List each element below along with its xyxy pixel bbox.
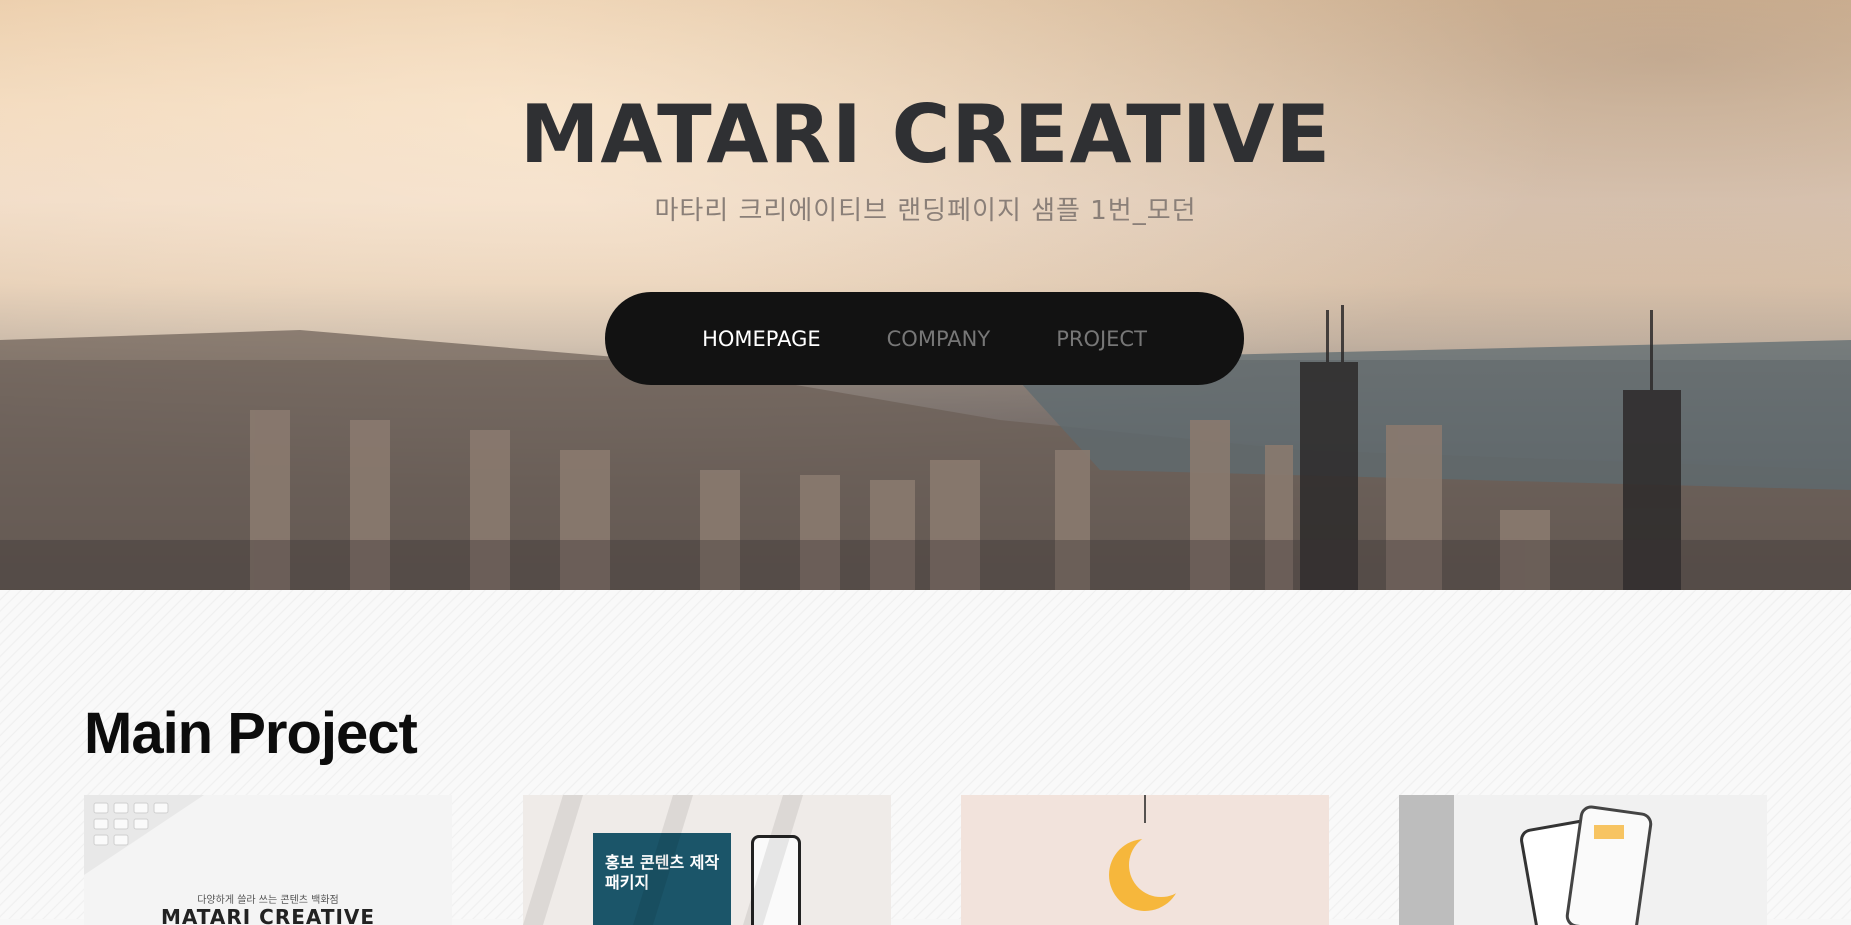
nav-item-homepage[interactable]: HOMEPAGE xyxy=(702,327,821,351)
main-nav: HOMEPAGE COMPANY PROJECT xyxy=(605,292,1244,385)
project-card-1[interactable]: 다양하게 쓸라 쓰는 콘텐츠 백화점 MATARI CREATIVE xyxy=(84,795,452,925)
project-card-4[interactable] xyxy=(1399,795,1767,925)
project-card-3[interactable] xyxy=(961,795,1329,925)
shadow-stripes xyxy=(523,795,803,925)
main-project-section: Main Project 다양하게 쓸라 쓰는 콘텐츠 백화점 MATARI C… xyxy=(0,590,1851,925)
site-subtitle: 마타리 크리에이티브 랜딩페이지 샘플 1번_모던 xyxy=(654,196,1197,226)
moon-mobile-image xyxy=(1109,795,1193,911)
nav-item-company[interactable]: COMPANY xyxy=(887,327,991,351)
card-brand: MATARI CREATIVE xyxy=(160,905,376,925)
hero-banner: MATARI CREATIVE 마타리 크리에이티브 랜딩페이지 샘플 1번_모… xyxy=(0,0,1851,590)
phone-mockup-image xyxy=(1399,795,1653,925)
project-card-2[interactable]: 홍보 콘텐츠 제작 패키지 xyxy=(523,795,891,925)
card-caption: 다양하게 쓸라 쓰는 콘텐츠 백화점 xyxy=(197,895,339,906)
nav-item-project[interactable]: PROJECT xyxy=(1056,327,1147,351)
section-title: Main Project xyxy=(84,701,418,766)
site-title: MATARI CREATIVE xyxy=(519,88,1332,181)
